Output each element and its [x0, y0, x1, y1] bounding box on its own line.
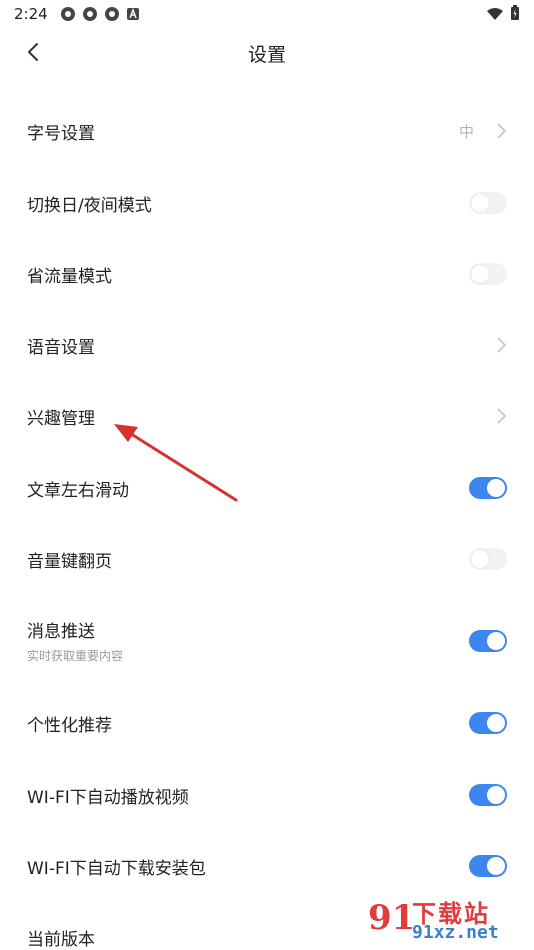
- wifi-autodownload-toggle[interactable]: [469, 855, 507, 877]
- settings-item-swipe-articles[interactable]: 文章左右滑动: [0, 465, 534, 511]
- settings-item-label: 兴趣管理: [27, 409, 95, 429]
- settings-item-day-night-mode[interactable]: 切换日/夜间模式: [0, 180, 534, 226]
- settings-item-personalized[interactable]: 个性化推荐: [0, 700, 534, 746]
- settings-item-label: 音量键翻页: [27, 552, 112, 572]
- battery-icon: [510, 5, 520, 25]
- chevron-right-icon: [494, 407, 508, 425]
- settings-item-font-size[interactable]: 字号设置 中: [0, 108, 534, 154]
- status-bar: 2:24: [0, 0, 534, 30]
- page-title: 设置: [247, 44, 286, 66]
- swipe-articles-toggle[interactable]: [469, 477, 507, 499]
- settings-item-label: 省流量模式: [27, 267, 112, 287]
- watermark-url: 91xz.net: [412, 922, 499, 943]
- data-saver-toggle[interactable]: [469, 263, 507, 285]
- settings-item-label: 文章左右滑动: [27, 481, 129, 501]
- status-time: 2:24: [14, 5, 48, 23]
- settings-item-value: 中: [458, 123, 474, 141]
- settings-item-label: 切换日/夜间模式: [27, 196, 152, 216]
- watermark: 91 下载站 91xz.net: [364, 892, 534, 950]
- settings-item-wifi-autodownload[interactable]: WI-FI下自动下载安装包: [0, 843, 534, 889]
- settings-item-voice[interactable]: 语音设置: [0, 322, 534, 368]
- settings-item-label: WI-FI下自动播放视频: [27, 788, 189, 808]
- volume-key-toggle[interactable]: [469, 548, 507, 570]
- settings-item-data-saver[interactable]: 省流量模式: [0, 251, 534, 297]
- day-night-toggle[interactable]: [469, 192, 507, 214]
- settings-item-label: 当前版本: [27, 930, 95, 950]
- settings-item-label: WI-FI下自动下载安装包: [27, 859, 206, 879]
- settings-item-volume-key-page[interactable]: 音量键翻页: [0, 536, 534, 582]
- settings-item-label: 消息推送: [27, 622, 95, 642]
- chevron-right-icon: [494, 336, 508, 354]
- notification-app-icon: [104, 6, 120, 22]
- watermark-logo: 91: [368, 898, 416, 938]
- notification-app-icon: [60, 6, 76, 22]
- header: 设置: [0, 30, 534, 76]
- personalized-toggle[interactable]: [469, 712, 507, 734]
- push-notifications-toggle[interactable]: [469, 630, 507, 652]
- notification-a-icon: [126, 6, 142, 22]
- settings-item-label: 个性化推荐: [27, 716, 112, 736]
- settings-item-label: 字号设置: [27, 124, 95, 144]
- wifi-icon: [486, 6, 504, 25]
- wifi-autoplay-toggle[interactable]: [469, 784, 507, 806]
- settings-item-wifi-autoplay[interactable]: WI-FI下自动播放视频: [0, 772, 534, 818]
- notification-icons: [60, 6, 142, 22]
- chevron-right-icon: [494, 122, 508, 140]
- settings-item-subtitle: 实时获取重要内容: [27, 649, 124, 663]
- settings-item-label: 语音设置: [27, 338, 95, 358]
- settings-item-interests[interactable]: 兴趣管理: [0, 393, 534, 439]
- status-right-icons: [486, 5, 520, 25]
- settings-item-push-notifications[interactable]: 消息推送 实时获取重要内容: [0, 612, 534, 672]
- notification-app-icon: [82, 6, 98, 22]
